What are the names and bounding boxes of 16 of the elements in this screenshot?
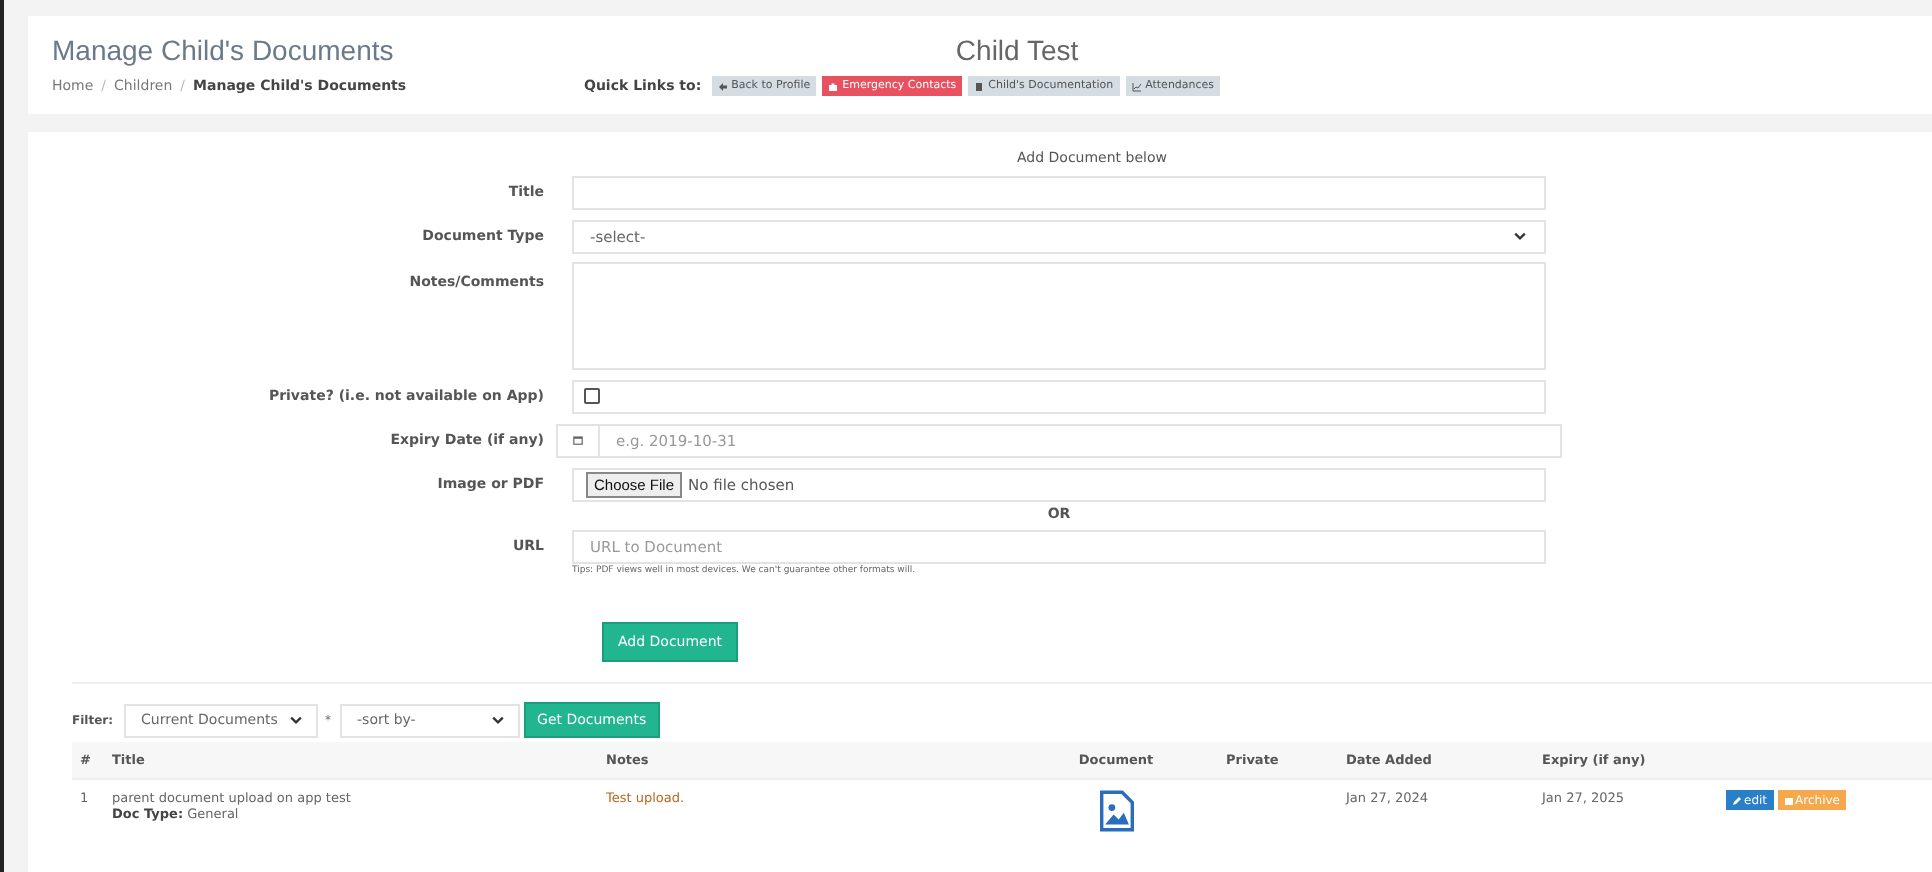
arrow-icon (717, 81, 728, 91)
book-icon (974, 81, 985, 91)
pencil-icon (1732, 795, 1742, 805)
medical-kit-icon (828, 81, 839, 91)
notes-field[interactable] (572, 262, 1546, 370)
page-title: Manage Child's Documents (52, 34, 396, 66)
image-file-icon[interactable] (1099, 790, 1133, 832)
private-checkbox[interactable] (584, 388, 600, 404)
chart-icon (1131, 81, 1142, 91)
calendar-icon (572, 434, 584, 446)
chevron-down-icon (1512, 228, 1528, 244)
chevron-down-icon (287, 712, 304, 728)
child-name: Child Test (955, 34, 1079, 66)
chevron-down-icon (489, 712, 506, 728)
archive-icon (1783, 795, 1794, 805)
title-field[interactable] (572, 175, 1546, 209)
